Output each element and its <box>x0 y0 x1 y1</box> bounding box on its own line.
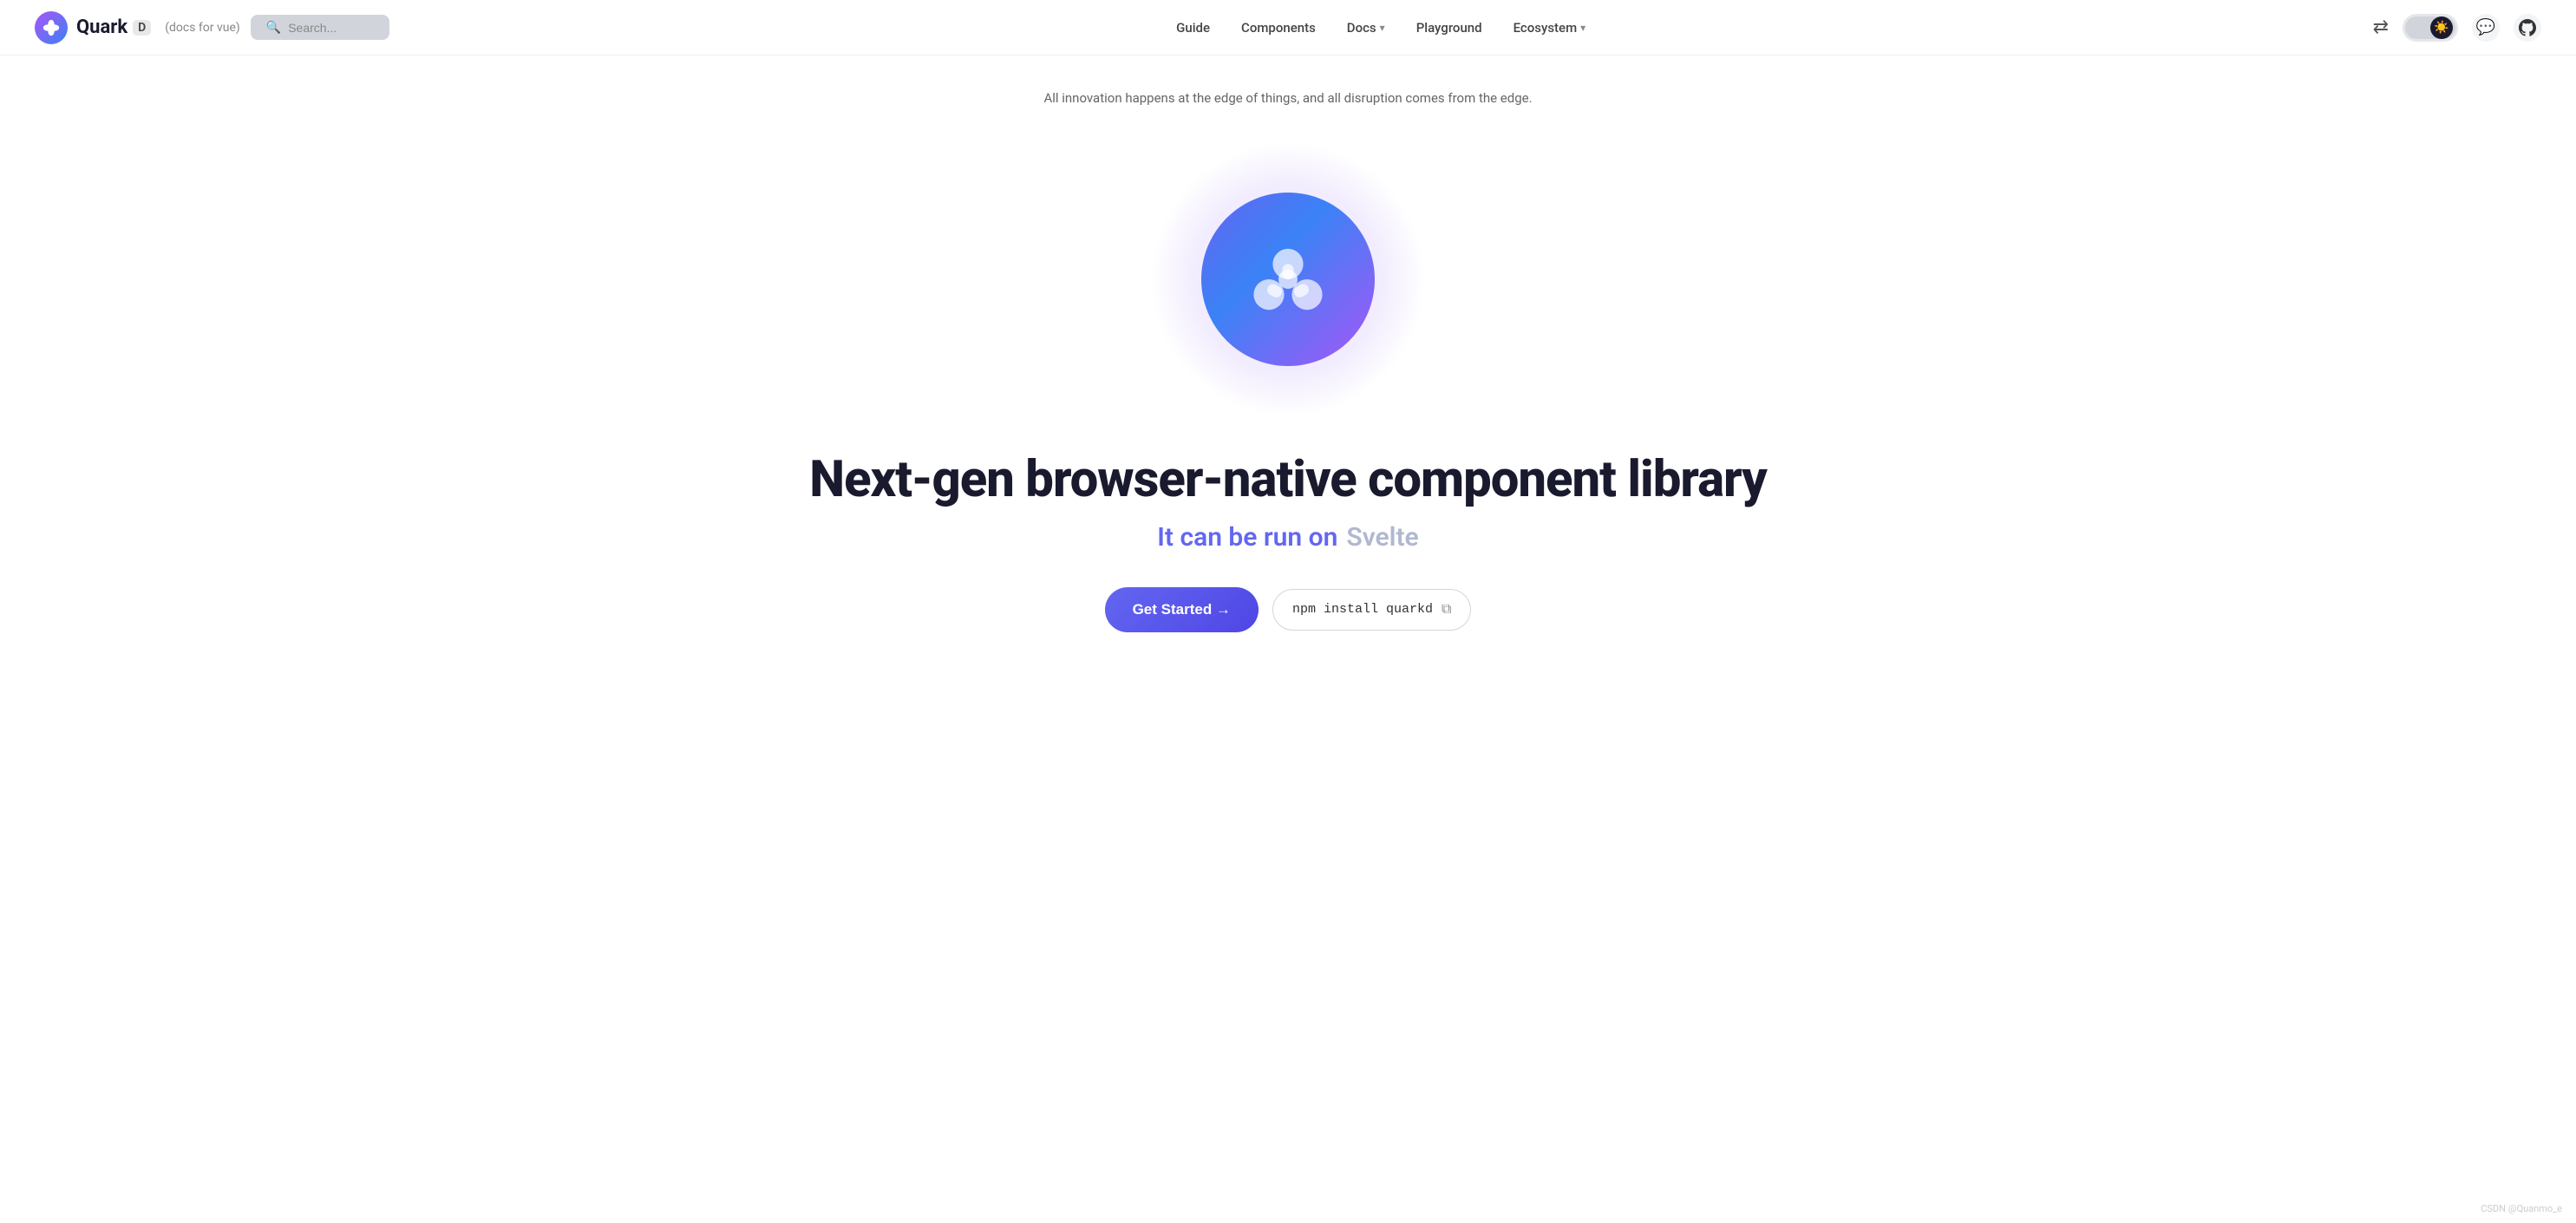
theme-knob: ☀️ <box>2430 16 2453 39</box>
navbar-left: Quark D (docs for vue) 🔍 Search... <box>35 11 389 44</box>
quark-logo-icon <box>35 11 68 44</box>
logo-wrapper[interactable]: Quark D <box>35 11 151 44</box>
navbar-center: Guide Components Docs ▾ Playground Ecosy… <box>1176 20 1585 36</box>
nav-link-playground[interactable]: Playground <box>1416 20 1482 36</box>
github-icon[interactable] <box>2514 14 2541 42</box>
navbar-right: ⇄ ☀️ 💬 <box>2373 14 2541 42</box>
hero-quark-logo <box>1240 232 1336 327</box>
hero-tagline: All innovation happens at the edge of th… <box>1043 90 1532 106</box>
hero-headline: Next-gen browser-native component librar… <box>809 453 1767 508</box>
brand-name: Quark D <box>76 16 151 38</box>
watermark: CSDN @Quanmo_e <box>2481 1203 2562 1214</box>
docs-dropdown-chevron: ▾ <box>1380 22 1385 34</box>
get-started-button[interactable]: Get Started → <box>1105 587 1259 632</box>
hero-section: All innovation happens at the edge of th… <box>0 56 2576 702</box>
search-icon: 🔍 <box>266 20 281 35</box>
ecosystem-dropdown-chevron: ▾ <box>1580 22 1585 34</box>
subtitle-framework: Svelte <box>1346 522 1418 553</box>
npm-command-text: npm install quarkd <box>1292 602 1433 617</box>
brand-badge: D <box>133 20 151 36</box>
sun-icon: ☀️ <box>2434 21 2449 35</box>
nav-link-components[interactable]: Components <box>1241 20 1316 36</box>
hero-logo-circle <box>1201 193 1375 366</box>
docs-for-vue-label: (docs for vue) <box>165 21 240 35</box>
nav-link-ecosystem[interactable]: Ecosystem ▾ <box>1514 20 1586 36</box>
search-button[interactable]: 🔍 Search... <box>251 15 389 40</box>
navbar: Quark D (docs for vue) 🔍 Search... Guide… <box>0 0 2576 56</box>
chat-icon[interactable]: 💬 <box>2472 14 2500 42</box>
nav-link-docs[interactable]: Docs ▾ <box>1347 20 1385 36</box>
translate-icon[interactable]: ⇄ <box>2373 16 2389 38</box>
subtitle-main: It can be run on <box>1157 522 1337 553</box>
theme-toggle[interactable]: ☀️ <box>2403 14 2458 42</box>
npm-install-box[interactable]: npm install quarkd ⧉ <box>1272 589 1471 631</box>
hero-subtitle: It can be run on Svelte <box>1157 522 1418 553</box>
hero-cta: Get Started → npm install quarkd ⧉ <box>1105 587 1472 632</box>
theme-toggle-track: ☀️ <box>2405 16 2455 39</box>
copy-icon[interactable]: ⧉ <box>1442 602 1451 618</box>
hero-logo-wrapper <box>1149 141 1427 418</box>
nav-link-guide[interactable]: Guide <box>1176 20 1210 36</box>
